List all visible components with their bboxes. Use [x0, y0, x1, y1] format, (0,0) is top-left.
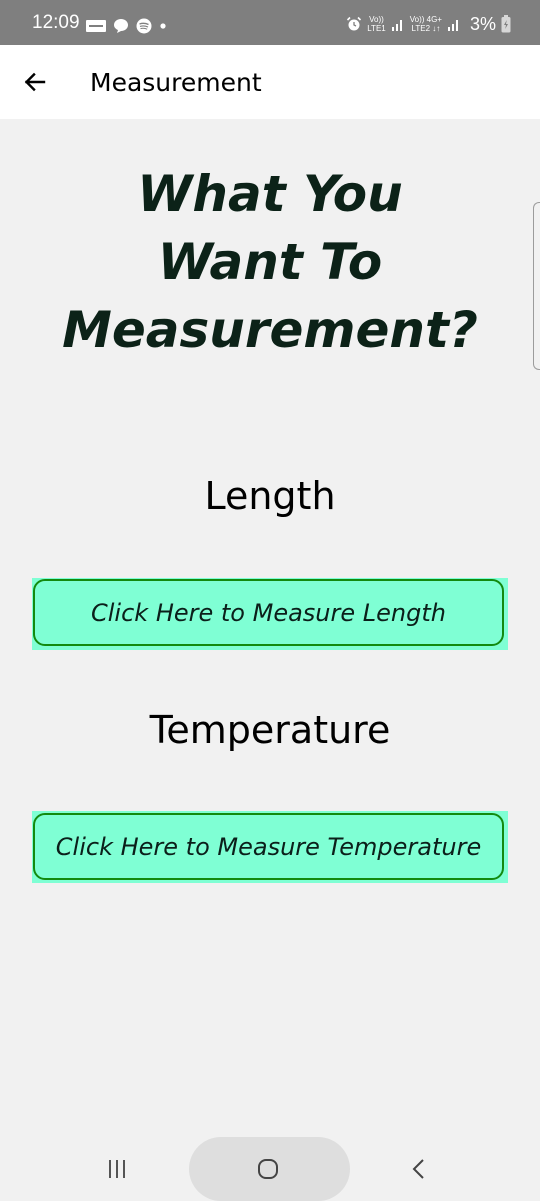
dot-icon	[160, 23, 166, 29]
measure-temperature-button[interactable]: Click Here to Measure Temperature	[33, 813, 504, 880]
signal-icon	[447, 20, 458, 31]
headline: What You Want To Measurement?	[0, 160, 540, 364]
page-title: Measurement	[90, 68, 262, 97]
net1-label: Vo)) LTE1	[367, 15, 386, 33]
system-nav-bar	[0, 1137, 540, 1201]
headline-line: What You	[137, 165, 403, 223]
signal-icon	[391, 20, 402, 31]
alarm-icon	[347, 16, 362, 31]
recent-apps-button[interactable]	[95, 1149, 139, 1189]
battery-charging-icon	[501, 15, 511, 33]
status-time: 12:09	[32, 12, 80, 33]
home-button[interactable]	[246, 1149, 290, 1189]
recent-apps-icon	[109, 1160, 125, 1178]
headline-line: Want To	[157, 233, 383, 291]
chat-bubble-icon	[114, 19, 128, 33]
back-icon	[412, 1159, 424, 1179]
status-bar: 12:09 Vo)) LTE1 Vo)) 4G+ LTE2 ↓↑ 3%	[0, 0, 540, 45]
length-label: Length	[204, 474, 336, 518]
measure-length-button[interactable]: Click Here to Measure Length	[33, 579, 504, 646]
nav-back-button[interactable]	[397, 1149, 441, 1189]
arrow-left-icon	[24, 72, 46, 92]
headline-line: Measurement?	[62, 301, 478, 359]
notification-app-icon	[86, 20, 106, 32]
net2-label: Vo)) 4G+ LTE2 ↓↑	[409, 15, 442, 33]
spotify-icon	[136, 18, 152, 34]
temperature-label: Temperature	[149, 708, 391, 752]
status-left-icons	[86, 17, 167, 35]
status-right: Vo)) LTE1 Vo)) 4G+ LTE2 ↓↑ 3%	[346, 12, 511, 36]
app-bar: Measurement	[0, 45, 540, 119]
battery-percent: 3%	[469, 13, 496, 34]
home-icon	[258, 1159, 278, 1179]
back-button[interactable]	[14, 61, 56, 103]
